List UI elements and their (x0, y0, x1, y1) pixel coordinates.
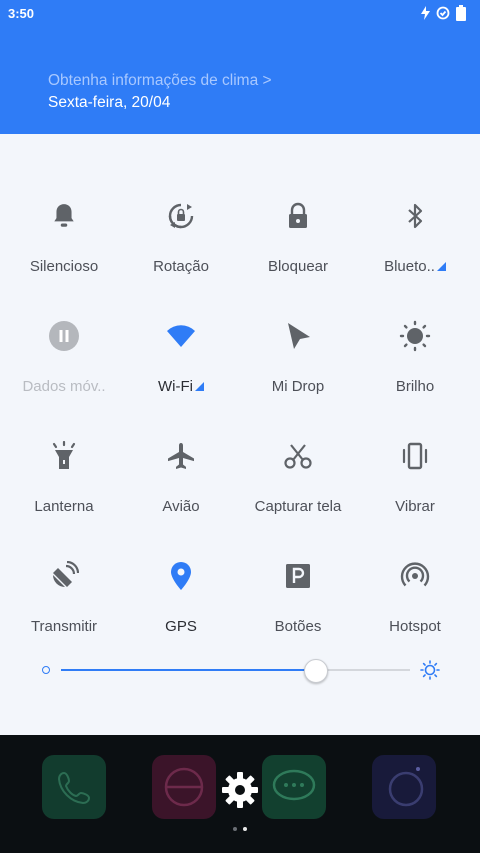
slider-fill (61, 669, 316, 671)
tile-label: Dados móv.. (22, 378, 106, 395)
battery-icon (456, 5, 466, 21)
status-time: 3:50 (8, 6, 35, 21)
phone-app-icon[interactable] (42, 755, 106, 819)
bluetooth-icon (408, 203, 423, 229)
tile-botoes[interactable]: Botões (238, 516, 358, 636)
rotation-lock-icon (168, 203, 194, 229)
charging-bolt-icon (421, 6, 430, 20)
quick-settings-panel: Silencioso Rotação Bloquear Blueto.. Dad… (0, 134, 480, 735)
notification-header: 3:50 Obtenha informações de clima > Sext… (0, 0, 480, 134)
tile-label: Botões (274, 618, 322, 635)
page-dot-active (243, 827, 247, 831)
home-screen-background (0, 735, 480, 853)
alarm-check-icon (436, 6, 450, 20)
tile-label: Silencioso (29, 258, 99, 275)
tile-label-text: Wi-Fi (158, 378, 193, 395)
airplane-icon (168, 443, 194, 469)
wifi-icon (167, 325, 195, 347)
brightness-icon (399, 320, 431, 352)
tile-label: Mi Drop (271, 378, 325, 395)
tile-wifi[interactable]: Wi-Fi (121, 276, 241, 396)
lock-icon (289, 202, 307, 228)
tile-bloquear[interactable]: Bloquear (238, 156, 358, 276)
tile-label: Wi-Fi (121, 378, 241, 395)
slider-thumb[interactable] (303, 659, 328, 683)
tile-label: Hotspot (389, 618, 441, 635)
settings-gear-icon[interactable] (221, 771, 259, 809)
scissors-icon (284, 444, 312, 469)
parking-icon (286, 564, 310, 588)
date-label: Sexta-feira, 20/04 (48, 94, 171, 111)
brightness-slider[interactable] (0, 654, 480, 686)
tile-brilho[interactable]: Brilho (355, 276, 475, 396)
weather-link[interactable]: Obtenha informações de clima > (48, 72, 272, 90)
tile-label: Brilho (395, 378, 435, 395)
expand-triangle-icon (436, 262, 446, 271)
tile-gps[interactable]: GPS (121, 516, 241, 636)
tile-aviao[interactable]: Avião (121, 396, 241, 516)
cast-icon (53, 561, 79, 587)
page-indicator (0, 827, 480, 831)
tile-label: Transmitir (30, 618, 98, 635)
tile-vibrar[interactable]: Vibrar (355, 396, 475, 516)
expand-triangle-icon (194, 382, 204, 391)
messages-app-icon[interactable] (262, 755, 326, 819)
tile-label: Blueto.. (355, 258, 475, 275)
tile-label: Capturar tela (254, 498, 342, 515)
flashlight-icon (52, 441, 76, 469)
bell-icon (54, 204, 74, 227)
tile-bluetooth[interactable]: Blueto.. (355, 156, 475, 276)
camera-app-icon[interactable] (372, 755, 436, 819)
mi-drop-icon (288, 323, 310, 349)
tile-lanterna[interactable]: Lanterna (4, 396, 124, 516)
tile-dados-moveis[interactable]: Dados móv.. (4, 276, 124, 396)
tile-label: Bloquear (267, 258, 329, 275)
tile-mi-drop[interactable]: Mi Drop (238, 276, 358, 396)
tile-label: Lanterna (34, 498, 94, 515)
brightness-high-icon (420, 660, 440, 680)
tile-hotspot[interactable]: Hotspot (355, 516, 475, 636)
tile-transmitir[interactable]: Transmitir (4, 516, 124, 636)
tile-label: Vibrar (395, 498, 435, 515)
brightness-low-icon (42, 666, 50, 674)
page-dot (233, 827, 237, 831)
tile-label: Rotação (153, 258, 209, 275)
location-pin-icon (171, 562, 191, 590)
vibrate-icon (402, 442, 428, 470)
tile-label-text: Blueto.. (384, 258, 435, 275)
tile-label: Avião (162, 498, 200, 515)
status-icons (421, 5, 466, 21)
browser-app-icon[interactable] (152, 755, 216, 819)
tile-silencioso[interactable]: Silencioso (4, 156, 124, 276)
tile-capturar-tela[interactable]: Capturar tela (238, 396, 358, 516)
mobile-data-icon (49, 321, 79, 351)
hotspot-icon (400, 562, 430, 587)
tile-label: GPS (165, 618, 197, 635)
tile-rotacao[interactable]: Rotação (121, 156, 241, 276)
status-bar: 3:50 (0, 0, 480, 28)
